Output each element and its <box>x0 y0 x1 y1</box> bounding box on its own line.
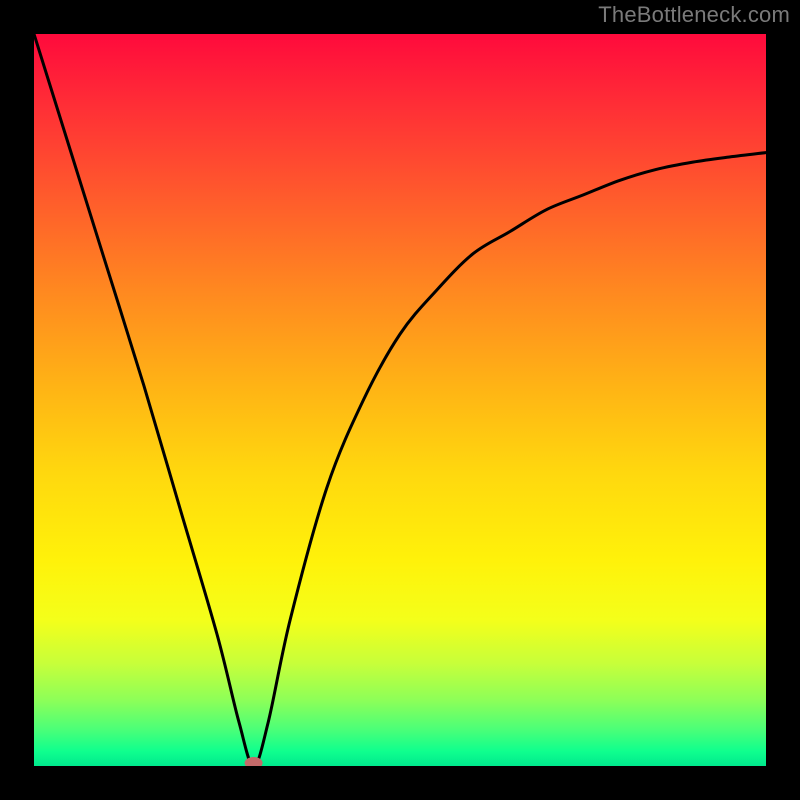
watermark-text: TheBottleneck.com <box>598 2 790 28</box>
plot-area <box>34 34 766 766</box>
chart-frame: TheBottleneck.com <box>0 0 800 800</box>
curve-svg <box>34 34 766 766</box>
bottleneck-curve <box>34 34 766 766</box>
